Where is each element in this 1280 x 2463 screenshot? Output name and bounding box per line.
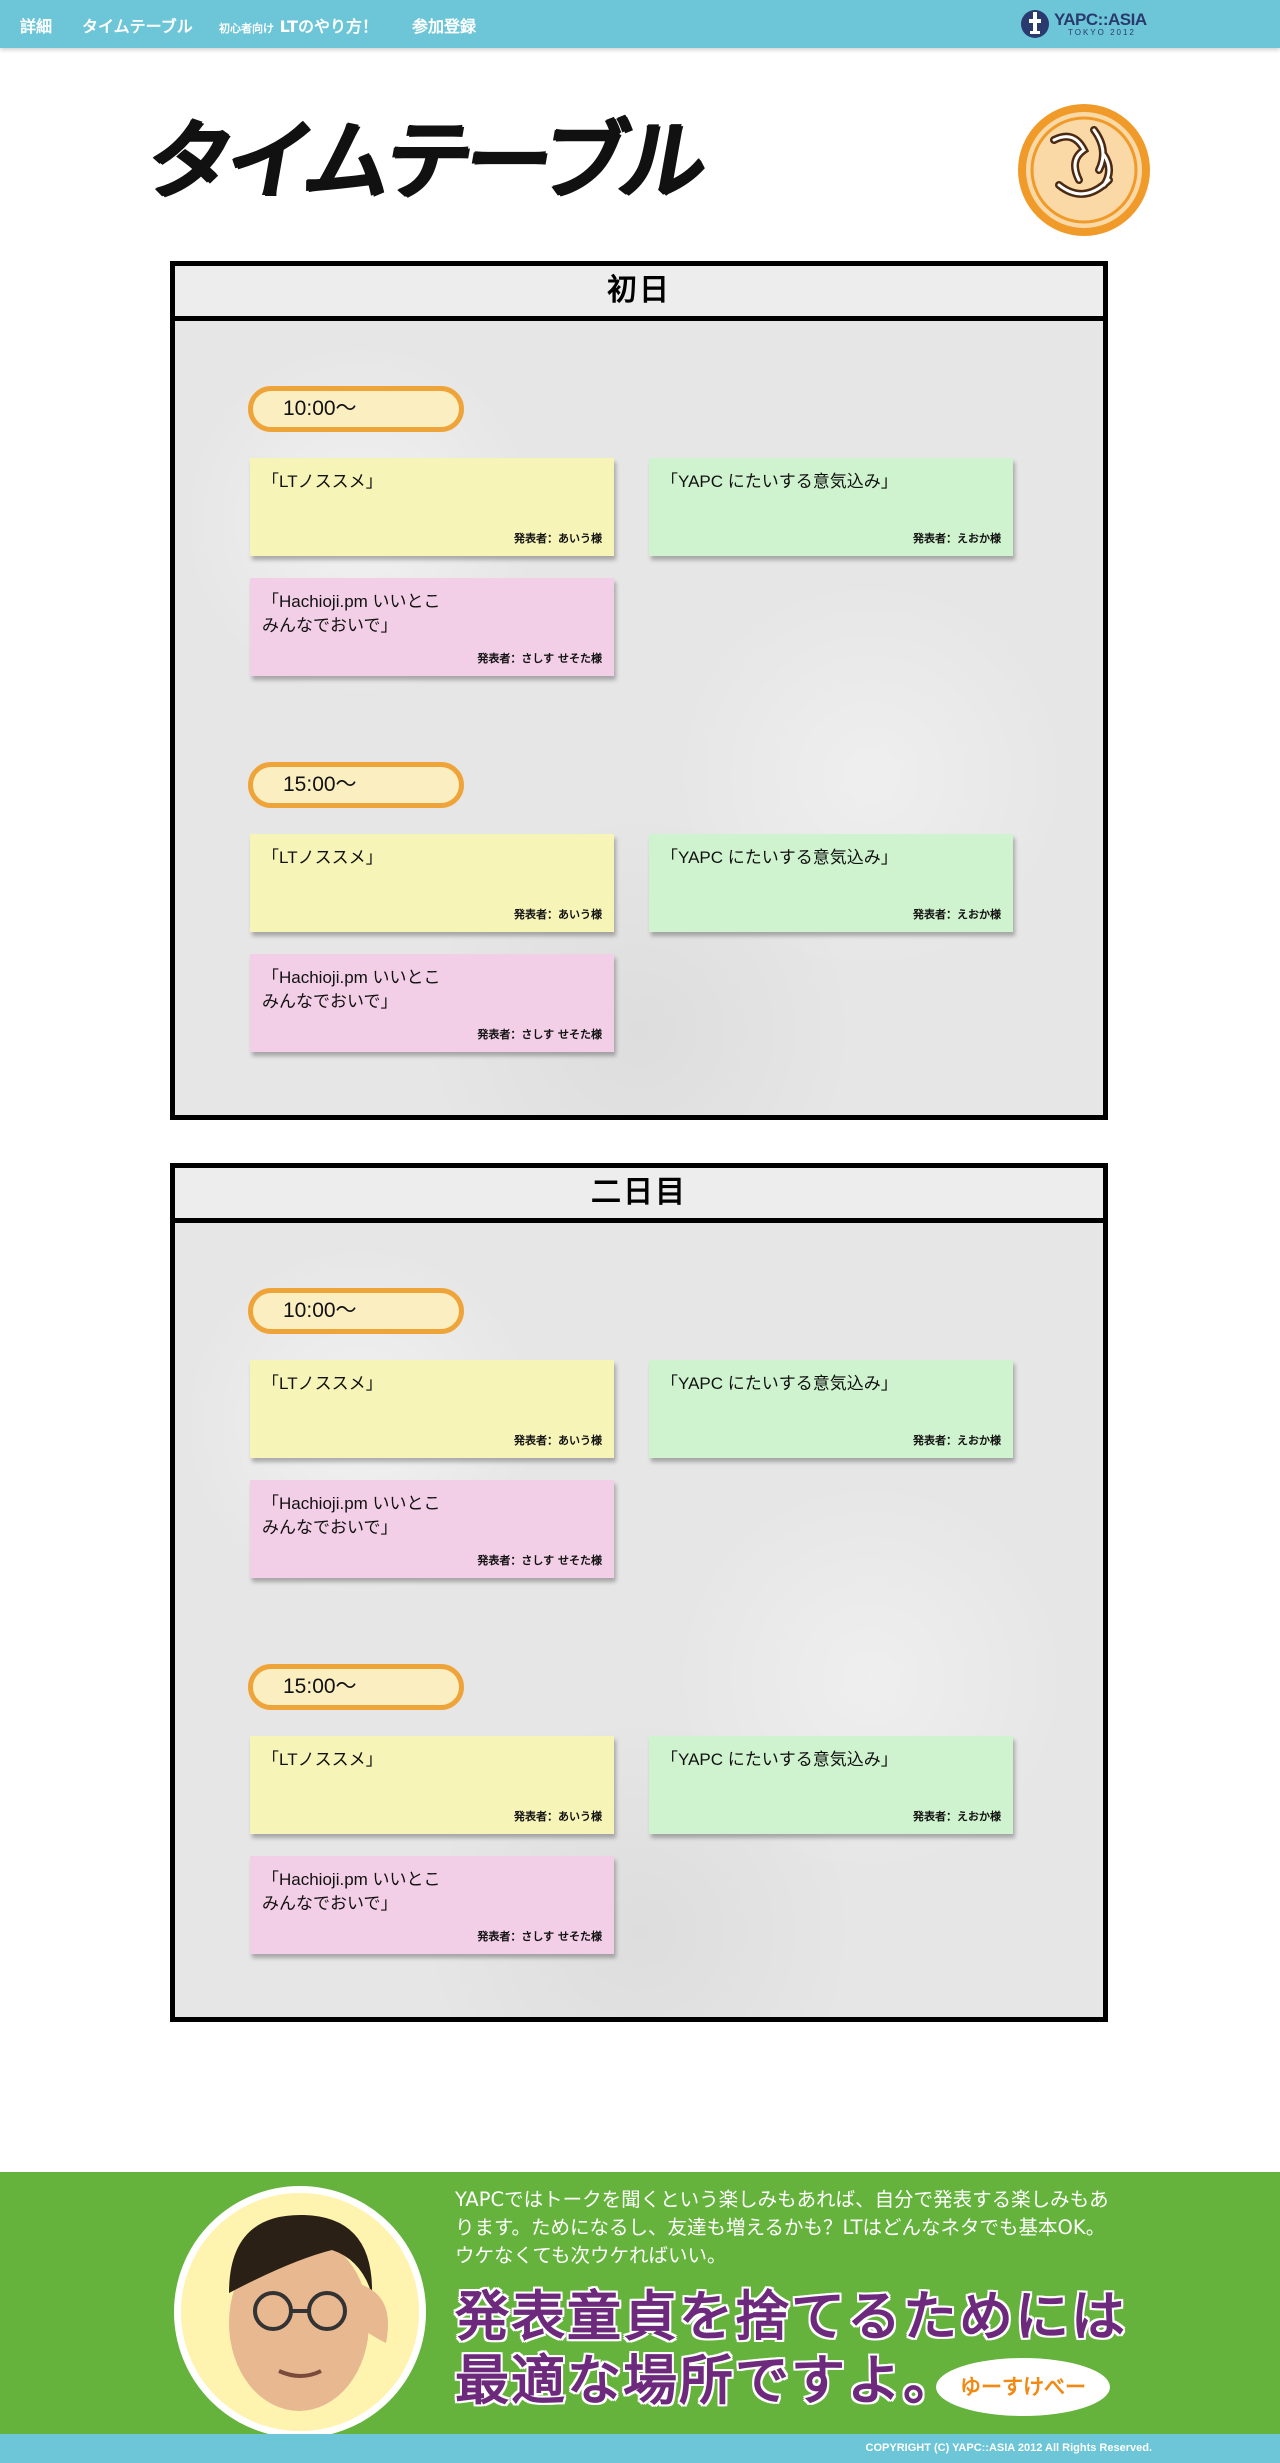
nav-item-how-to-lt-big: LTのやり方！ bbox=[279, 17, 379, 36]
talk-speaker: 発表者：あいう様 bbox=[514, 1434, 602, 1447]
time-slot: 15:00〜 「LTノススメ」 発表者：あいう様 「YAPC にたいする意気込み… bbox=[175, 762, 1103, 1092]
nav-item-register[interactable]: 参加登録 bbox=[412, 13, 476, 37]
talk-card[interactable]: 「YAPC にたいする意気込み」 発表者：えおか様 bbox=[649, 1360, 1013, 1458]
talk-card[interactable]: 「Hachioji.pm いいとこ みんなでおいで」 発表者：さしす せそた様 bbox=[250, 1856, 614, 1954]
talk-title: 「LTノススメ」 bbox=[262, 1750, 383, 1769]
talk-speaker: 発表者：えおか様 bbox=[913, 1810, 1001, 1823]
talk-card[interactable]: 「Hachioji.pm いいとこ みんなでおいで」 発表者：さしす せそた様 bbox=[250, 578, 614, 676]
footer: COPYRIGHT (C) YAPC::ASIA 2012 All Rights… bbox=[0, 2434, 1280, 2463]
yapc-logo-text: YAPC::ASIA bbox=[1054, 10, 1147, 29]
day-title: 二日目 bbox=[175, 1168, 1103, 1223]
time-label: 15:00〜 bbox=[248, 1664, 464, 1710]
time-slot: 10:00〜 「LTノススメ」 発表者：あいう様 「YAPC にたいする意気込み… bbox=[175, 386, 1103, 716]
time-label: 10:00〜 bbox=[248, 386, 464, 432]
talk-speaker: 発表者：さしす せそた様 bbox=[477, 1554, 602, 1567]
nav-item-how-to-lt-small: 初心者向け bbox=[219, 22, 274, 35]
talk-card[interactable]: 「LTノススメ」 発表者：あいう様 bbox=[250, 458, 614, 556]
banner-description: YAPCではトークを聞くという楽しみもあれば、自分で発表する楽しみもあります。た… bbox=[455, 2188, 1109, 2267]
time-label: 10:00〜 bbox=[248, 1288, 464, 1334]
lt-thon-logo bbox=[1018, 104, 1150, 236]
time-label: 15:00〜 bbox=[248, 762, 464, 808]
talk-title: 「LTノススメ」 bbox=[262, 848, 383, 867]
yapc-logo[interactable]: YAPC::ASIA TOKYO 2012 bbox=[1020, 7, 1152, 41]
day-panel-2: 二日目 10:00〜 「LTノススメ」 発表者：あいう様 「YAPC にたいする… bbox=[170, 1163, 1108, 2022]
copyright-text: COPYRIGHT (C) YAPC::ASIA 2012 All Rights… bbox=[865, 2442, 1152, 2454]
talk-title: 「LTノススメ」 bbox=[262, 472, 383, 491]
talk-title: 「LTノススメ」 bbox=[262, 1374, 383, 1393]
talk-card[interactable]: 「YAPC にたいする意気込み」 発表者：えおか様 bbox=[649, 834, 1013, 932]
talk-title: 「Hachioji.pm いいとこ みんなでおいで」 bbox=[262, 968, 441, 1011]
day-panel-1: 初日 10:00〜 「LTノススメ」 発表者：あいう様 「YAPC にたいする意… bbox=[170, 261, 1108, 1120]
tower-icon bbox=[1021, 10, 1049, 38]
talk-card[interactable]: 「LTノススメ」 発表者：あいう様 bbox=[250, 1736, 614, 1834]
talk-card[interactable]: 「LTノススメ」 発表者：あいう様 bbox=[250, 1360, 614, 1458]
time-slot: 10:00〜 「LTノススメ」 発表者：あいう様 「YAPC にたいする意気込み… bbox=[175, 1288, 1103, 1618]
banner-headline-line-1: 発表童貞を捨てるためには bbox=[455, 2284, 1127, 2348]
talk-speaker: 発表者：さしす せそた様 bbox=[477, 652, 602, 665]
time-slot: 15:00〜 「LTノススメ」 発表者：あいう様 「YAPC にたいする意気込み… bbox=[175, 1664, 1103, 1994]
top-nav: 詳細 タイムテーブル 初心者向け LTのやり方！ 参加登録 YAPC::ASIA… bbox=[0, 0, 1280, 48]
talk-speaker: 発表者：えおか様 bbox=[913, 908, 1001, 921]
nav-item-details[interactable]: 詳細 bbox=[20, 13, 52, 37]
talk-title: 「YAPC にたいする意気込み」 bbox=[661, 1750, 898, 1769]
talk-speaker: 発表者：さしす せそた様 bbox=[477, 1930, 602, 1943]
talk-card[interactable]: 「Hachioji.pm いいとこ みんなでおいで」 発表者：さしす せそた様 bbox=[250, 1480, 614, 1578]
talk-speaker: 発表者：えおか様 bbox=[913, 532, 1001, 545]
talk-title: 「Hachioji.pm いいとこ みんなでおいで」 bbox=[262, 1870, 441, 1913]
talk-title: 「YAPC にたいする意気込み」 bbox=[661, 1374, 898, 1393]
page-title: タイムテーブル bbox=[138, 110, 710, 211]
nav-item-how-to-lt[interactable]: 初心者向け LTのやり方！ bbox=[219, 13, 378, 37]
promo-banner: YAPCではトークを聞くという楽しみもあれば、自分で発表する楽しみもあります。た… bbox=[0, 2172, 1280, 2438]
talk-title: 「Hachioji.pm いいとこ みんなでおいで」 bbox=[262, 592, 441, 635]
talk-speaker: 発表者：あいう様 bbox=[514, 1810, 602, 1823]
speaker-avatar bbox=[174, 2186, 426, 2438]
talk-card[interactable]: 「YAPC にたいする意気込み」 発表者：えおか様 bbox=[649, 458, 1013, 556]
talk-speaker: 発表者：えおか様 bbox=[913, 1434, 1001, 1447]
talk-card[interactable]: 「LTノススメ」 発表者：あいう様 bbox=[250, 834, 614, 932]
talk-title: 「YAPC にたいする意気込み」 bbox=[661, 472, 898, 491]
person-photo-icon bbox=[181, 2193, 419, 2431]
talk-speaker: 発表者：さしす せそた様 bbox=[477, 1028, 602, 1041]
talk-title: 「Hachioji.pm いいとこ みんなでおいで」 bbox=[262, 1494, 441, 1537]
speaker-name-badge: ゆーすけべー bbox=[936, 2358, 1110, 2416]
nav-item-timetable[interactable]: タイムテーブル bbox=[82, 13, 193, 37]
day-title: 初日 bbox=[175, 266, 1103, 321]
talk-speaker: 発表者：あいう様 bbox=[514, 908, 602, 921]
yapc-logo-sub: TOKYO 2012 bbox=[1068, 28, 1136, 37]
talk-title: 「YAPC にたいする意気込み」 bbox=[661, 848, 898, 867]
talk-speaker: 発表者：あいう様 bbox=[514, 532, 602, 545]
talk-card[interactable]: 「YAPC にたいする意気込み」 発表者：えおか様 bbox=[649, 1736, 1013, 1834]
talk-card[interactable]: 「Hachioji.pm いいとこ みんなでおいで」 発表者：さしす せそた様 bbox=[250, 954, 614, 1052]
